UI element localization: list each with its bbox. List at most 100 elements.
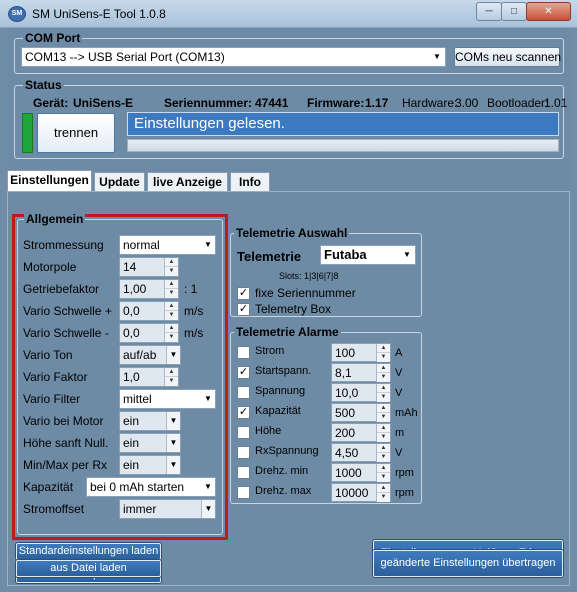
vario-filter-label: Vario Filter: [23, 392, 81, 406]
height-null-label: Höhe sanft Null.: [23, 436, 109, 450]
tab-einstellungen[interactable]: Einstellungen: [7, 170, 92, 192]
chevron-down-icon: ▼: [201, 390, 215, 408]
slots-label: Slots: 1|3|6|7|8: [279, 271, 339, 281]
window-title: SM UniSens-E Tool 1.0.8: [32, 7, 166, 21]
alarm-value-stepper[interactable]: 8,1 ▲ ▼: [331, 363, 391, 382]
minmax-select[interactable]: ein ▼: [119, 455, 181, 475]
scan-coms-button[interactable]: COMs neu scannen: [454, 47, 561, 67]
firmware-value: 1.17: [365, 96, 389, 110]
chevron-down-icon: ▼: [166, 456, 180, 474]
telemetry-title: Telemetrie Auswahl: [234, 226, 350, 240]
tab-update[interactable]: Update: [94, 172, 145, 192]
current-measure-select[interactable]: normal ▼: [119, 235, 216, 255]
alarm-value-stepper[interactable]: 1000 ▲ ▼: [331, 463, 391, 482]
load-defaults-button[interactable]: Standardeinstellungen laden: [16, 543, 161, 560]
height-null-select[interactable]: ein ▼: [119, 433, 181, 453]
decrement-icon[interactable]: ▼: [377, 413, 390, 422]
vario-tone-label: Vario Ton: [23, 348, 73, 362]
decrement-icon[interactable]: ▼: [165, 333, 178, 342]
write-settings-button[interactable]: geänderte Einstellungen übertragen: [373, 550, 563, 577]
decrement-icon[interactable]: ▼: [165, 289, 178, 298]
fixed-serial-checkbox[interactable]: ✓: [237, 287, 250, 300]
alarm-checkbox[interactable]: [237, 386, 250, 399]
tab-live-anzeige[interactable]: live Anzeige: [147, 172, 228, 192]
increment-icon[interactable]: ▲: [377, 384, 390, 393]
decrement-icon[interactable]: ▼: [165, 377, 178, 386]
capacity-select[interactable]: bei 0 mAh starten ▼: [86, 477, 216, 497]
maximize-button[interactable]: □: [501, 2, 527, 21]
alarm-checkbox[interactable]: ✓: [237, 366, 250, 379]
increment-icon[interactable]: ▲: [165, 368, 178, 377]
alarm-value-stepper[interactable]: 100 ▲ ▼: [331, 343, 391, 362]
alarm-value-stepper[interactable]: 10,0 ▲ ▼: [331, 383, 391, 402]
increment-icon[interactable]: ▲: [377, 424, 390, 433]
alarm-label: Spannung: [255, 385, 306, 397]
chevron-down-icon: ▼: [166, 434, 180, 452]
telemetry-select[interactable]: Futaba ▼: [320, 245, 416, 265]
telemetry-box-checkbox[interactable]: ✓: [237, 303, 250, 316]
gear-stepper[interactable]: 1,00 ▲ ▼: [119, 279, 179, 299]
alarms-title: Telemetrie Alarme: [234, 325, 341, 339]
com-port-select[interactable]: COM13 --> USB Serial Port (COM13) ▼: [21, 47, 446, 67]
decrement-icon[interactable]: ▼: [377, 353, 390, 362]
alarm-checkbox[interactable]: [237, 426, 250, 439]
motor-poles-stepper[interactable]: 14 ▲ ▼: [119, 257, 179, 277]
increment-icon[interactable]: ▲: [377, 364, 390, 373]
minmax-label: Min/Max per Rx: [23, 458, 108, 472]
decrement-icon[interactable]: ▼: [377, 433, 390, 442]
alarm-checkbox[interactable]: ✓: [237, 406, 250, 419]
vario-factor-value: 1,0: [123, 370, 140, 384]
disconnect-button[interactable]: trennen: [37, 113, 115, 153]
alarm-label: Startspann.: [255, 365, 312, 377]
decrement-icon[interactable]: ▼: [377, 493, 390, 502]
alarm-checkbox[interactable]: [237, 486, 250, 499]
com-port-group: COM Port COM13 --> USB Serial Port (COM1…: [14, 31, 564, 74]
increment-icon[interactable]: ▲: [377, 464, 390, 473]
increment-icon[interactable]: ▲: [377, 344, 390, 353]
alarm-unit: V: [395, 447, 403, 459]
decrement-icon[interactable]: ▼: [377, 373, 390, 382]
increment-icon[interactable]: ▲: [377, 484, 390, 493]
close-button[interactable]: ✕: [526, 2, 571, 21]
capacity-value: bei 0 mAh starten: [90, 480, 185, 494]
load-file-button[interactable]: aus Datei laden: [16, 560, 161, 577]
current-offset-select[interactable]: immer ▼: [119, 499, 216, 519]
increment-icon[interactable]: ▲: [165, 324, 178, 333]
alarm-value-stepper[interactable]: 500 ▲ ▼: [331, 403, 391, 422]
alarm-value-stepper[interactable]: 200 ▲ ▼: [331, 423, 391, 442]
vario-tone-select[interactable]: auf/ab ▼: [119, 345, 181, 365]
alarm-checkbox[interactable]: [237, 466, 250, 479]
vario-factor-stepper[interactable]: 1,0 ▲ ▼: [119, 367, 179, 387]
minimize-button[interactable]: ─: [476, 2, 502, 21]
hardware-value: 3.00: [455, 96, 479, 110]
vario-motor-select[interactable]: ein ▼: [119, 411, 181, 431]
increment-icon[interactable]: ▲: [377, 404, 390, 413]
chevron-down-icon: ▼: [166, 346, 180, 364]
motor-poles-label: Motorpole: [23, 260, 77, 274]
alarm-value-stepper[interactable]: 10000 ▲ ▼: [331, 483, 391, 502]
vario-down-stepper[interactable]: 0,0 ▲ ▼: [119, 323, 179, 343]
alarm-checkbox[interactable]: [237, 446, 250, 459]
decrement-icon[interactable]: ▼: [377, 453, 390, 462]
tab-info[interactable]: Info: [230, 172, 270, 192]
alarm-checkbox[interactable]: [237, 346, 250, 359]
decrement-icon[interactable]: ▼: [377, 473, 390, 482]
vario-up-value: 0,0: [123, 304, 140, 318]
vario-up-unit: m/s: [184, 304, 204, 318]
decrement-icon[interactable]: ▼: [165, 311, 178, 320]
alarm-unit: V: [395, 387, 403, 399]
increment-icon[interactable]: ▲: [165, 280, 178, 289]
telemetry-value: Futaba: [324, 247, 367, 262]
vario-motor-value: ein: [123, 414, 140, 428]
increment-icon[interactable]: ▲: [165, 302, 178, 311]
decrement-icon[interactable]: ▼: [165, 267, 178, 276]
vario-down-label: Vario Schwelle -: [23, 326, 109, 340]
firmware-label: Firmware:: [307, 96, 365, 110]
vario-up-stepper[interactable]: 0,0 ▲ ▼: [119, 301, 179, 321]
decrement-icon[interactable]: ▼: [377, 393, 390, 402]
increment-icon[interactable]: ▲: [165, 258, 178, 267]
increment-icon[interactable]: ▲: [377, 444, 390, 453]
vario-filter-select[interactable]: mittel ▼: [119, 389, 216, 409]
status-group: Status Gerät: UniSens-E Seriennummer: 47…: [14, 78, 567, 159]
alarm-value-stepper[interactable]: 4,50 ▲ ▼: [331, 443, 391, 462]
